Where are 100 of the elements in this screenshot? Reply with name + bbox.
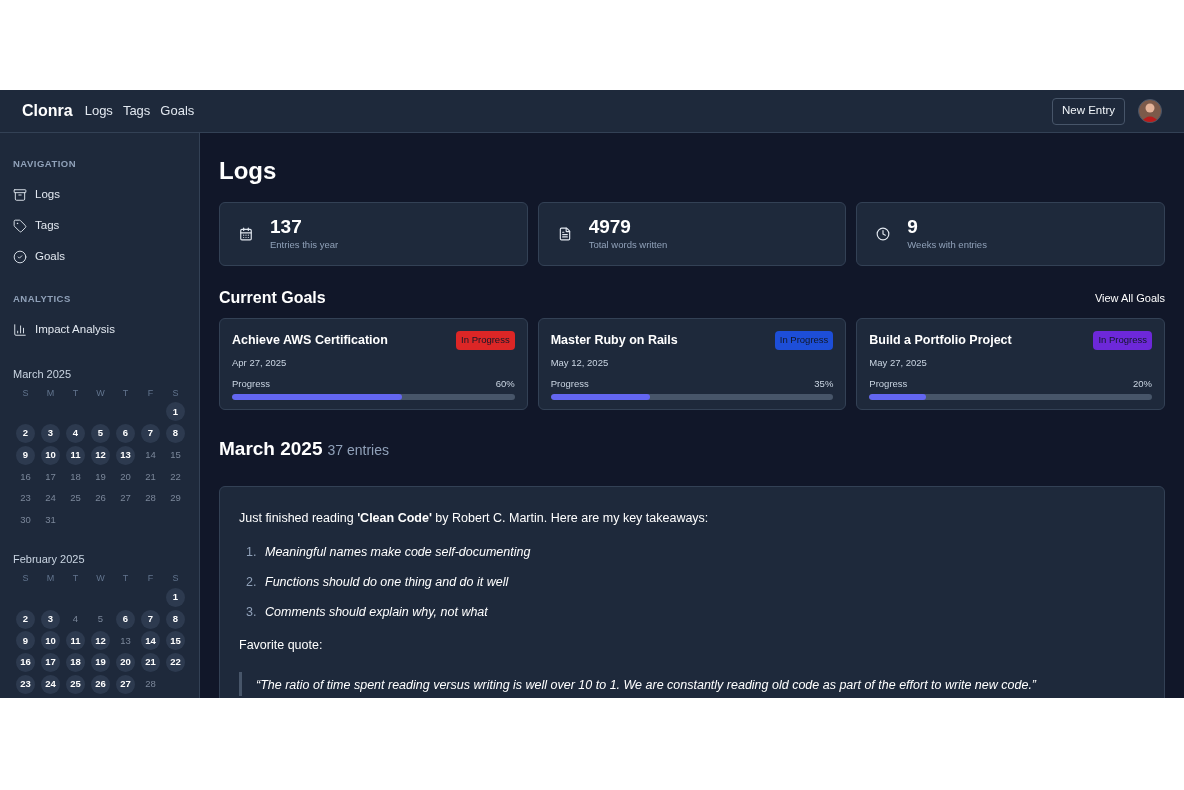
calendar-day[interactable]: 2 <box>16 609 35 629</box>
calendar-day[interactable]: 15 <box>166 631 185 651</box>
brand-logo[interactable]: Clonra <box>22 99 73 123</box>
entry-text: Favorite quote: <box>239 636 324 654</box>
calendar-day[interactable]: 30 <box>16 510 35 530</box>
sidebar-item[interactable]: Goals <box>13 241 186 273</box>
calendar-day[interactable]: 16 <box>16 653 35 673</box>
calendar-day[interactable]: 14 <box>141 445 160 465</box>
calendar-day[interactable]: 19 <box>91 653 110 673</box>
calendar-day[interactable]: 15 <box>166 445 185 465</box>
list-number: 3. <box>246 603 258 621</box>
goal-card[interactable]: Build a Portfolio Project In Progress May 27, 2025 Progress 20% <box>856 318 1165 410</box>
month-heading: March 2025 <box>219 437 323 461</box>
goal-card[interactable]: Achieve AWS Certification In Progress Apr 27, 2025 Progress 60% <box>219 318 528 410</box>
status-badge: In Progress <box>774 331 834 350</box>
calendar-day[interactable]: 12 <box>91 445 110 465</box>
calendar-day[interactable]: 28 <box>141 674 160 694</box>
calendar-day[interactable]: 14 <box>141 631 160 651</box>
list-number: 2. <box>246 574 258 591</box>
calendar-day[interactable]: 24 <box>41 489 60 509</box>
calendar-month: February 2025 <box>13 552 86 568</box>
calendar-day[interactable]: 22 <box>166 467 185 487</box>
calendar-day[interactable]: 8 <box>166 424 185 444</box>
calendar-day[interactable]: 13 <box>116 445 135 465</box>
calendar-day[interactable]: 23 <box>16 489 35 509</box>
progress-label: Progress <box>869 377 908 391</box>
goal-date: May 12, 2025 <box>550 355 610 370</box>
calendar-day[interactable]: 4 <box>66 424 85 444</box>
status-badge: In Progress <box>1093 331 1152 350</box>
calendar-day[interactable]: 4 <box>66 609 85 629</box>
calendar-day[interactable]: 26 <box>91 489 110 509</box>
goal-card[interactable]: Master Ruby on Rails In Progress May 12, 2025 Progress 35% <box>537 318 847 410</box>
calendar-day[interactable]: 5 <box>91 424 110 444</box>
calendar-day[interactable]: 21 <box>141 467 160 487</box>
calendar-day[interactable]: 1 <box>166 587 185 607</box>
calendar-day[interactable]: 10 <box>41 445 60 465</box>
goal-title: Achieve AWS Certification <box>232 332 388 349</box>
weekday-label: T <box>72 386 79 400</box>
weekday-label: M <box>46 572 55 586</box>
nav-link[interactable]: Goals <box>160 101 195 121</box>
sidebar-item[interactable]: Logs <box>13 179 186 211</box>
calendar-day[interactable]: 20 <box>116 467 135 487</box>
view-all-goals-link[interactable]: View All Goals <box>1094 289 1165 307</box>
calendar-day[interactable]: 29 <box>166 489 185 509</box>
calendar-day[interactable]: 11 <box>66 445 85 465</box>
progress-percent: 35% <box>814 377 834 391</box>
calendar-day[interactable]: 12 <box>91 631 110 651</box>
nav-link[interactable]: Logs <box>84 101 113 121</box>
document-icon <box>557 227 572 241</box>
new-entry-button[interactable]: New Entry <box>1051 97 1125 125</box>
progress-percent: 60% <box>495 377 515 391</box>
calendar-day[interactable]: 18 <box>66 653 85 673</box>
weekday-label: F <box>147 572 154 586</box>
status-badge: In Progress <box>456 331 515 350</box>
list-item-text: Meaningful names make code self-documenting <box>265 544 531 562</box>
calendar-day[interactable]: 25 <box>66 674 85 694</box>
calendar-day[interactable]: 20 <box>116 653 135 673</box>
calendar-day[interactable]: 28 <box>141 489 160 509</box>
calendar-day[interactable]: 24 <box>41 674 60 694</box>
calendar-day[interactable]: 19 <box>91 467 110 487</box>
nav-link[interactable]: Tags <box>122 101 151 121</box>
sidebar-item[interactable]: Impact Analysis <box>13 314 186 346</box>
calendar-day[interactable]: 27 <box>116 674 135 694</box>
calendar-day[interactable]: 6 <box>116 609 135 629</box>
calendar-day[interactable]: 2 <box>16 424 35 444</box>
sidebar-item[interactable]: Tags <box>13 210 186 242</box>
calendar-icon <box>239 227 253 241</box>
calendar-day[interactable]: 31 <box>41 510 60 530</box>
calendar-day[interactable]: 18 <box>66 467 85 487</box>
calendar-day[interactable]: 13 <box>116 631 135 651</box>
calendar-day[interactable]: 17 <box>41 467 60 487</box>
calendar-day[interactable]: 3 <box>41 424 60 444</box>
calendar-day[interactable]: 22 <box>166 653 185 673</box>
calendar-day[interactable]: 5 <box>91 609 110 629</box>
calendar-day[interactable]: 1 <box>166 402 185 422</box>
weekday-label: F <box>147 386 154 400</box>
calendar-day[interactable]: 3 <box>41 609 60 629</box>
calendar-day[interactable]: 7 <box>141 424 160 444</box>
stat-label: Entries this year <box>270 237 339 252</box>
weekday-label: S <box>22 386 29 400</box>
calendar-day[interactable]: 9 <box>16 445 35 465</box>
calendar-day[interactable]: 21 <box>141 653 160 673</box>
calendar-day[interactable]: 6 <box>116 424 135 444</box>
progress-label: Progress <box>232 377 270 391</box>
calendar-day[interactable]: 11 <box>66 631 85 651</box>
bar-chart-icon <box>13 323 27 337</box>
weekday-label: M <box>46 386 55 400</box>
calendar-day[interactable]: 17 <box>41 653 60 673</box>
calendar-day[interactable]: 8 <box>166 609 185 629</box>
stat-value: 137 <box>270 215 303 238</box>
calendar-day[interactable]: 23 <box>16 674 35 694</box>
calendar-day[interactable]: 10 <box>41 631 60 651</box>
calendar-day[interactable]: 16 <box>16 467 35 487</box>
calendar-day[interactable]: 27 <box>116 489 135 509</box>
calendar-day[interactable]: 9 <box>16 631 35 651</box>
calendar-day[interactable]: 7 <box>141 609 160 629</box>
avatar[interactable] <box>1138 99 1162 123</box>
section-heading: NAVIGATION <box>13 157 77 171</box>
calendar-day[interactable]: 26 <box>91 674 110 694</box>
calendar-day[interactable]: 25 <box>66 489 85 509</box>
